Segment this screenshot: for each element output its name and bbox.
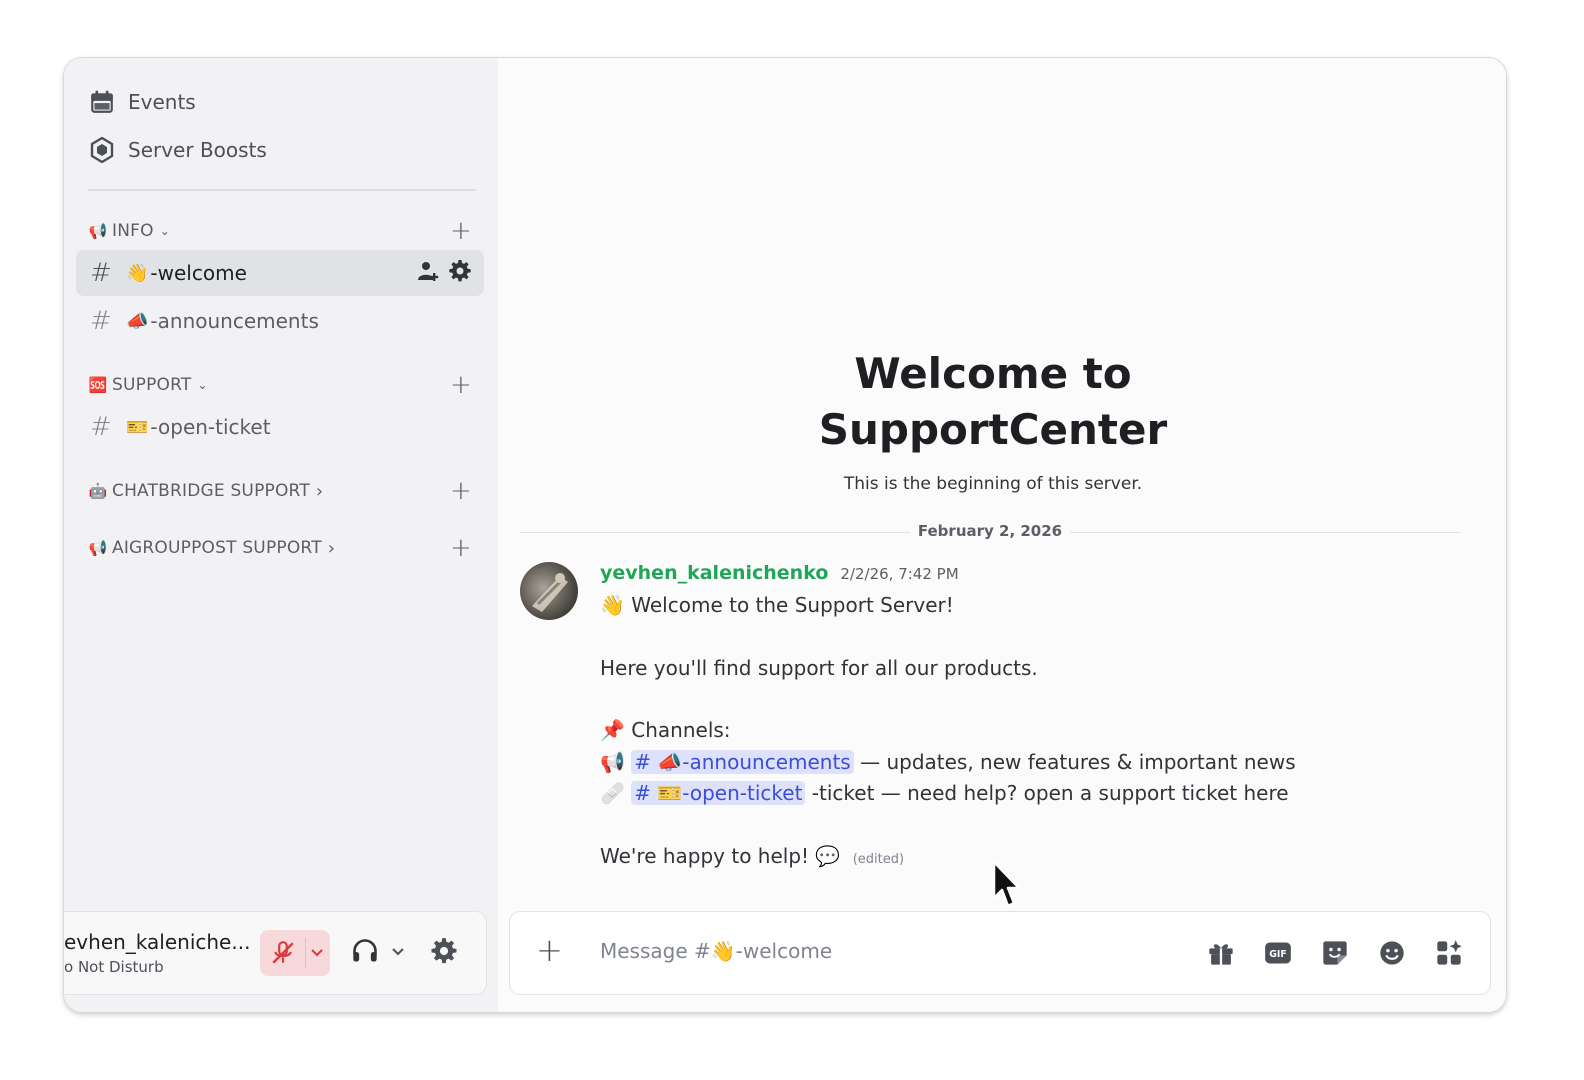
category-label: SUPPORT	[112, 375, 192, 395]
message-header: yevhen_kalenichenko 2/2/26, 7:42 PM	[600, 562, 1460, 590]
chevron-right-icon: ›	[327, 537, 336, 559]
channel-open-ticket[interactable]: # 🎫 -open-ticket	[76, 404, 484, 450]
user-name[interactable]: evhen_kaleniche...	[64, 930, 250, 954]
nav-server-boosts-label: Server Boosts	[128, 138, 267, 162]
message-text: -ticket — need help? open a support tick…	[811, 781, 1289, 805]
category-info[interactable]: 📢 INFO ⌄ +	[88, 216, 472, 246]
category-aigrouppost-support[interactable]: 📢 AIGROUPPOST SUPPORT › +	[88, 533, 472, 563]
attach-button[interactable]: +	[536, 934, 563, 966]
gif-icon[interactable]: GIF	[1263, 938, 1293, 968]
boost-icon	[88, 136, 116, 164]
welcome-title-line2: SupportCenter	[818, 405, 1168, 454]
channel-welcome[interactable]: # 👋 -welcome	[76, 250, 484, 296]
calendar-icon	[88, 88, 116, 116]
channel-sidebar: Events Server Boosts 📢 INFO ⌄ + # 👋 -wel…	[64, 58, 498, 1012]
channel-announcements[interactable]: # 📣 -announcements	[76, 298, 484, 344]
welcome-title: Welcome to SupportCenter	[498, 346, 1488, 458]
hash-icon: #	[90, 306, 112, 336]
category-chatbridge-support[interactable]: 🤖 CHATBRIDGE SUPPORT › +	[88, 476, 472, 506]
channel-label: -welcome	[150, 261, 247, 285]
hash-icon: #	[90, 412, 112, 442]
message-input[interactable]: Message #👋-welcome	[600, 939, 832, 963]
edited-label: (edited)	[852, 851, 905, 867]
create-channel-button[interactable]: +	[450, 478, 472, 504]
category-emoji: 🤖	[88, 482, 108, 500]
nav-events-label: Events	[128, 90, 196, 114]
channel-label: -open-ticket	[150, 415, 271, 439]
message-line: We're happy to help! 💬 (edited)	[600, 841, 1460, 873]
loudspeaker-emoji: 📢	[600, 749, 625, 774]
create-channel-button[interactable]: +	[450, 535, 472, 561]
sticker-icon[interactable]	[1320, 938, 1350, 968]
nav-events[interactable]: Events	[88, 84, 196, 120]
avatar[interactable]	[520, 562, 578, 620]
deafen-options-button[interactable]	[388, 930, 408, 976]
message-text: Welcome to the Support Server!	[631, 593, 954, 617]
create-channel-button[interactable]: +	[450, 218, 472, 244]
emoji-icon[interactable]	[1377, 938, 1407, 968]
gear-icon[interactable]	[448, 259, 472, 288]
message-text: Channels:	[631, 718, 731, 742]
channel-emoji: 📣	[126, 310, 149, 332]
message-timestamp: 2/2/26, 7:42 PM	[840, 565, 959, 583]
category-emoji: 🆘	[88, 376, 108, 394]
create-channel-button[interactable]: +	[450, 372, 472, 398]
apps-icon[interactable]	[1434, 938, 1464, 968]
message-line: 📢 # 📣-announcements — updates, new featu…	[600, 747, 1460, 779]
chevron-down-icon: ⌄	[159, 224, 170, 238]
channel-label: -announcements	[150, 309, 319, 333]
pin-emoji: 📌	[600, 718, 625, 742]
message-line: Here you'll find support for all our pro…	[600, 653, 1460, 685]
bandage-emoji: 🩹	[600, 781, 625, 805]
date-divider-label: February 2, 2026	[909, 522, 1071, 540]
channel-emoji: 👋	[126, 262, 149, 284]
chevron-right-icon: ›	[315, 480, 324, 502]
gif-label: GIF	[1269, 949, 1287, 960]
speech-bubble-emoji: 💬	[815, 843, 841, 868]
category-label: INFO	[112, 221, 154, 241]
nav-server-boosts[interactable]: Server Boosts	[88, 132, 267, 168]
mic-muted-icon	[270, 940, 296, 970]
invite-icon[interactable]	[416, 259, 440, 288]
message-line: 📌 Channels:	[600, 715, 1460, 747]
deafen-button[interactable]	[348, 930, 382, 976]
mute-button[interactable]	[260, 930, 330, 976]
chevron-down-icon: ⌄	[197, 378, 208, 392]
message-line: 🩹 # 🎫-open-ticket -ticket — need help? o…	[600, 778, 1460, 810]
message: yevhen_kalenichenko 2/2/26, 7:42 PM 👋 We…	[600, 562, 1460, 872]
mute-divider	[305, 938, 306, 968]
hash-icon: #	[90, 258, 112, 288]
category-label: CHATBRIDGE SUPPORT	[112, 481, 310, 501]
user-status: o Not Disturb	[64, 958, 164, 976]
category-emoji: 📢	[88, 539, 108, 557]
channel-emoji: 🎫	[126, 416, 149, 438]
category-support[interactable]: 🆘 SUPPORT ⌄ +	[88, 370, 472, 400]
message-text: — updates, new features & important news	[860, 749, 1296, 774]
channel-mention-open-ticket[interactable]: # 🎫-open-ticket	[631, 781, 806, 805]
headphones-icon	[351, 937, 379, 969]
wave-emoji: 👋	[600, 593, 625, 617]
message-line: 👋 Welcome to the Support Server!	[600, 590, 1460, 622]
mouse-cursor-icon	[992, 860, 1022, 914]
category-label: AIGROUPPOST SUPPORT	[112, 538, 322, 558]
channel-mention-announcements[interactable]: # 📣-announcements	[631, 749, 854, 774]
user-settings-button[interactable]	[426, 930, 462, 976]
chevron-down-icon	[391, 944, 405, 963]
user-panel: evhen_kaleniche... o Not Disturb	[64, 912, 486, 994]
gear-icon	[430, 937, 458, 969]
chevron-down-icon[interactable]	[310, 945, 324, 964]
message-composer: + Message #👋-welcome GIF	[510, 912, 1490, 994]
welcome-subtitle: This is the beginning of this server.	[843, 474, 1143, 494]
category-emoji: 📢	[88, 222, 108, 240]
welcome-title-line1: Welcome to	[854, 349, 1132, 398]
date-divider: February 2, 2026	[520, 520, 1460, 544]
sidebar-divider	[88, 189, 476, 191]
gift-icon[interactable]	[1206, 938, 1236, 968]
message-text: Here you'll find support for all our pro…	[600, 655, 1038, 680]
message-text: We're happy to help!	[600, 843, 810, 868]
message-author[interactable]: yevhen_kalenichenko	[600, 562, 828, 584]
app-window: Events Server Boosts 📢 INFO ⌄ + # 👋 -wel…	[64, 58, 1506, 1012]
